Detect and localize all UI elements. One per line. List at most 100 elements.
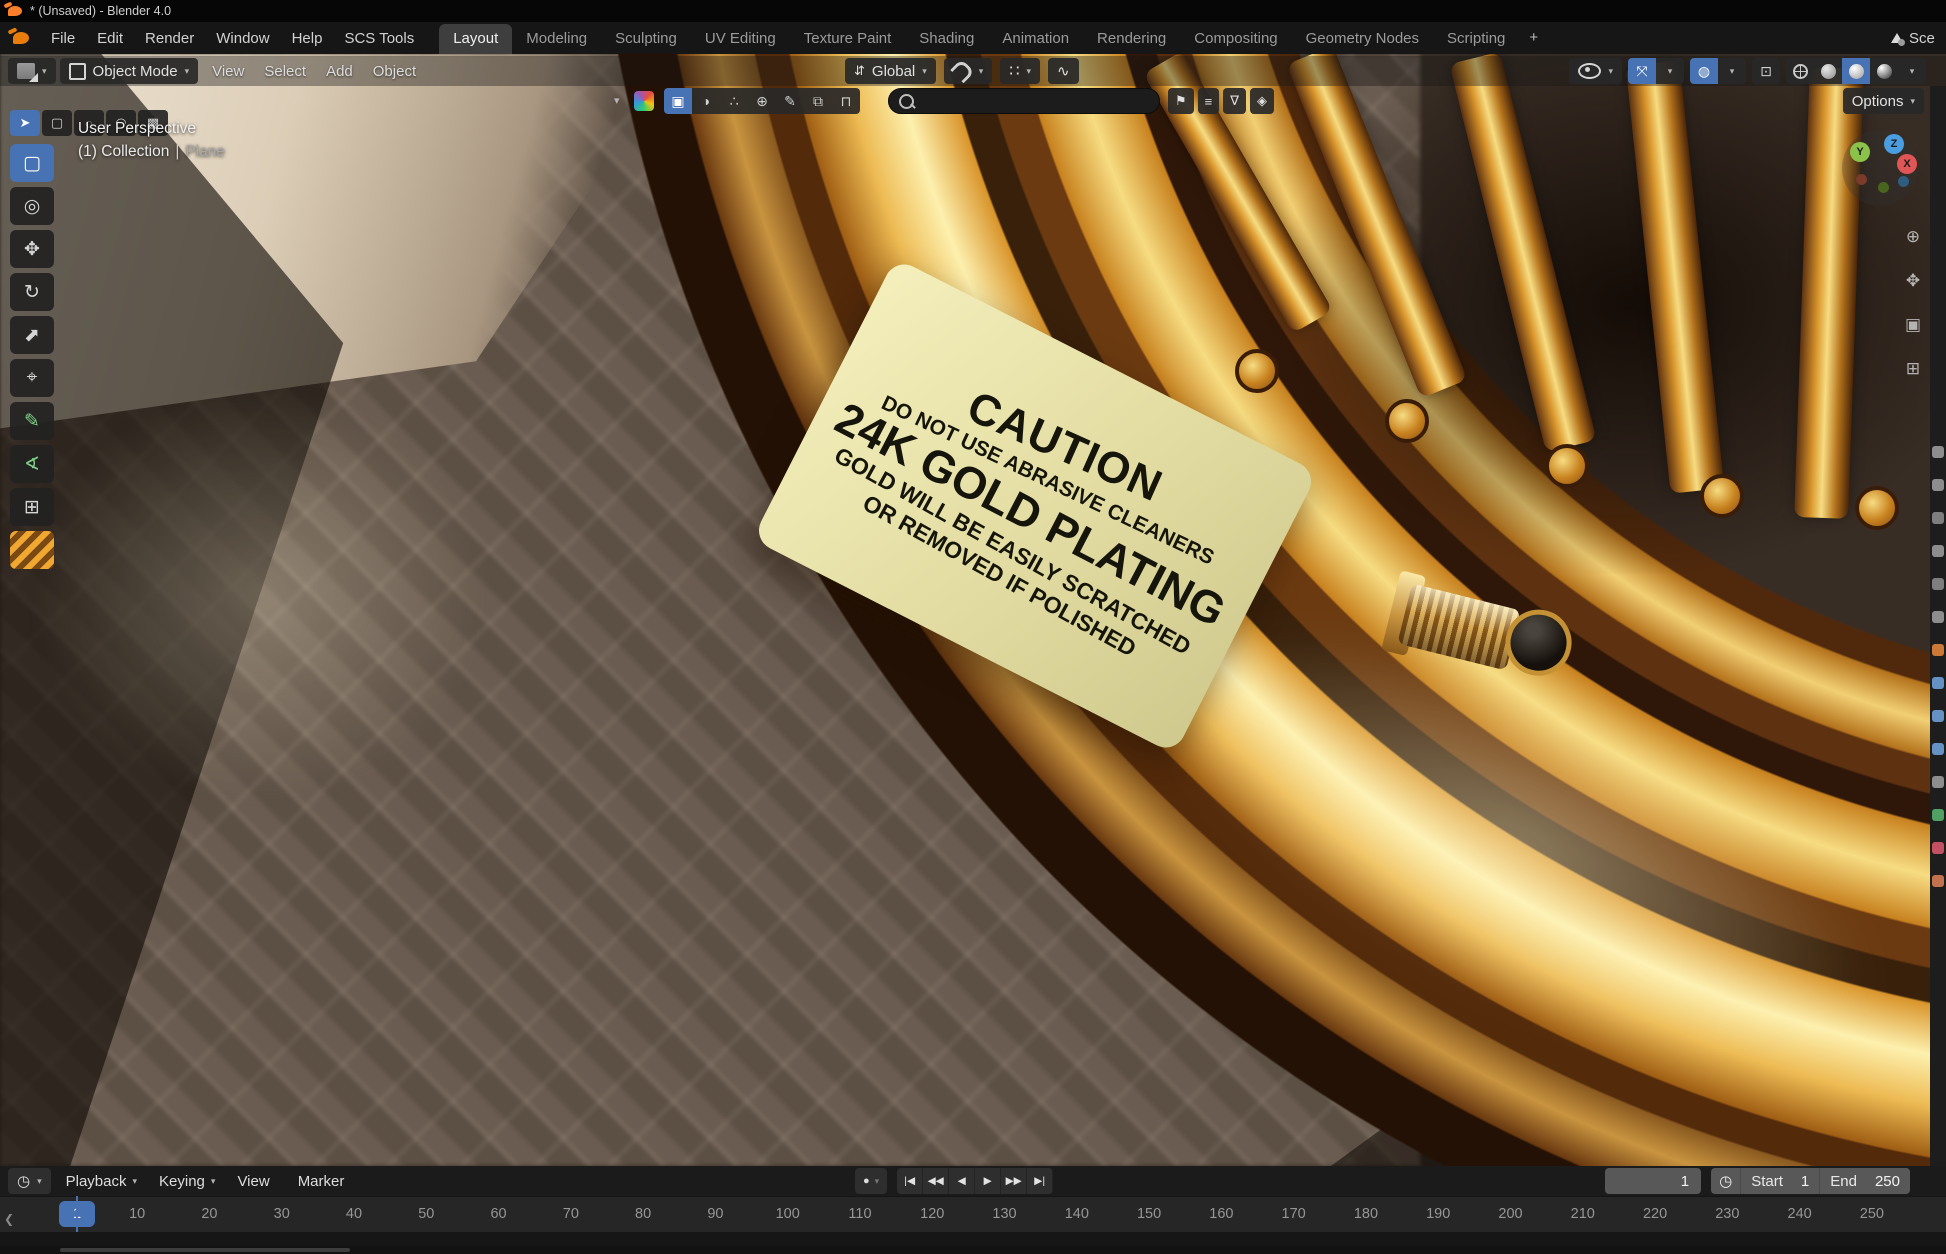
add-workspace-button[interactable]: + [1519, 23, 1548, 53]
workspace-tab[interactable]: Sculpting [601, 24, 691, 54]
tool-variant-button[interactable]: ▢ [42, 110, 72, 136]
scs-toggle-button[interactable]: ⊓ [832, 88, 860, 114]
scs-toggle-button[interactable]: ∴ [720, 88, 748, 114]
properties-tab-icon[interactable] [1932, 545, 1944, 557]
properties-tab-icon[interactable] [1932, 743, 1944, 755]
scs-right-button[interactable]: ∇ [1223, 88, 1246, 114]
viewport-menu-item[interactable]: View [202, 63, 254, 80]
shading-material-button[interactable] [1842, 58, 1870, 84]
panel-collapse-arrow[interactable]: ❮ [4, 1212, 14, 1226]
workspace-tab[interactable]: Compositing [1180, 24, 1291, 54]
transport-button[interactable]: ◀ [949, 1168, 975, 1194]
current-frame-field[interactable]: 1 [1605, 1168, 1701, 1194]
scrollbar-handle[interactable] [60, 1248, 350, 1252]
gizmo-axis-dot[interactable] [1856, 174, 1867, 185]
toolbar-tool-button[interactable]: ∢ [10, 445, 54, 483]
properties-tab-icon[interactable] [1932, 644, 1944, 656]
toolbar-tool-button[interactable]: ⬈ [10, 316, 54, 354]
timeline-scrollbar[interactable] [0, 1246, 1946, 1254]
scs-toggle-button[interactable]: ⊕ [748, 88, 776, 114]
properties-tab-icon[interactable] [1932, 677, 1944, 689]
transform-orientation-dropdown[interactable]: ⇵ Global ▾ [845, 58, 936, 84]
timeline-menu-item[interactable]: Keying▾ [148, 1173, 226, 1190]
transport-button[interactable]: ◀◀ [923, 1168, 949, 1194]
menu-item[interactable]: SCS Tools [333, 26, 425, 51]
toolbar-tool-button[interactable]: ▢ [10, 144, 54, 182]
toolbar-tool-button[interactable]: ⊞ [10, 488, 54, 526]
properties-tab-icon[interactable] [1932, 578, 1944, 590]
viewport-3d[interactable]: CAUTIONDO NOT USE ABRASIVE CLEANERS24K G… [0, 54, 1946, 1166]
tool-variant-button[interactable]: ➤ [10, 110, 40, 136]
show-overlays-toggle[interactable]: ◍ [1690, 58, 1718, 84]
end-frame-field[interactable]: End 250 [1820, 1168, 1910, 1194]
scs-collapse-chevron[interactable]: ▾ [614, 96, 620, 107]
scene-selector[interactable]: Sce [1890, 22, 1946, 54]
mode-dropdown[interactable]: Object Mode ▾ [60, 58, 199, 84]
gizmo-axis-dot[interactable] [1878, 182, 1889, 193]
properties-tab-icon[interactable] [1932, 842, 1944, 854]
side-tool-button[interactable]: ⊕ [1898, 222, 1928, 252]
menu-item[interactable]: File [40, 26, 86, 51]
timeline-menu-item[interactable]: Marker [287, 1173, 362, 1190]
workspace-tab[interactable]: UV Editing [691, 24, 790, 54]
options-dropdown[interactable]: Options ▾ [1843, 88, 1924, 114]
navigation-gizmo[interactable]: YZX [1842, 130, 1918, 206]
timeline-menu-item[interactable]: Playback▾ [55, 1173, 148, 1190]
toolbar-tool-button[interactable]: ✥ [10, 230, 54, 268]
workspace-tab[interactable]: Animation [988, 24, 1083, 54]
auto-keying-button[interactable]: ● ▾ [855, 1168, 887, 1194]
properties-tab-icon[interactable] [1932, 512, 1944, 524]
viewport-menu-item[interactable]: Select [254, 63, 316, 80]
menu-item[interactable]: Render [134, 26, 205, 51]
scs-toggle-button[interactable]: ✎ [776, 88, 804, 114]
viewport-menu-item[interactable]: Object [363, 63, 426, 80]
workspace-tab[interactable]: Rendering [1083, 24, 1180, 54]
properties-tab-icon[interactable] [1932, 479, 1944, 491]
gizmo-dropdown[interactable]: ▾ [1656, 58, 1684, 84]
properties-tab-icon[interactable] [1932, 611, 1944, 623]
gizmo-axis-ball[interactable]: Y [1850, 142, 1870, 162]
menu-item[interactable]: Help [281, 26, 334, 51]
search-input[interactable] [888, 88, 1160, 114]
viewport-menu-item[interactable]: Add [316, 63, 363, 80]
visibility-dropdown[interactable]: ▾ [1569, 58, 1622, 84]
toolbar-tool-button[interactable]: ◎ [10, 187, 54, 225]
toolbar-tool-button[interactable] [10, 531, 54, 569]
toolbar-tool-button[interactable]: ↻ [10, 273, 54, 311]
scs-right-button[interactable]: ≡ [1198, 88, 1220, 114]
transport-button[interactable]: ▶▶ [1001, 1168, 1027, 1194]
workspace-tab[interactable]: Modeling [512, 24, 601, 54]
workspace-tab[interactable]: Geometry Nodes [1292, 24, 1433, 54]
timeline-menu-item[interactable]: View [226, 1173, 286, 1190]
scs-toggle-button[interactable]: ⧉ [804, 88, 832, 114]
scs-toggle-button[interactable]: ▣ [664, 88, 692, 114]
show-gizmo-toggle[interactable]: ⤧ [1628, 58, 1656, 84]
gizmo-axis-ball[interactable]: Z [1884, 134, 1904, 154]
blender-menu-button[interactable] [8, 27, 34, 49]
scs-right-button[interactable]: ◈ [1250, 88, 1274, 114]
xray-toggle[interactable]: ⊡ [1752, 58, 1780, 84]
transport-button[interactable]: |◀ [897, 1168, 923, 1194]
properties-tab-icon[interactable] [1932, 875, 1944, 887]
workspace-tab[interactable]: Shading [905, 24, 988, 54]
shading-wireframe-button[interactable] [1786, 58, 1814, 84]
toolbar-tool-button[interactable]: ✎ [10, 402, 54, 440]
properties-tab-icon[interactable] [1932, 776, 1944, 788]
gizmo-axis-ball[interactable]: X [1897, 154, 1917, 174]
snap-dropdown[interactable]: ▾ [944, 58, 993, 84]
shading-dropdown[interactable]: ▾ [1898, 58, 1926, 84]
overlays-dropdown[interactable]: ▾ [1718, 58, 1746, 84]
gizmo-axis-dot[interactable] [1898, 176, 1909, 187]
side-tool-button[interactable]: ▣ [1898, 310, 1928, 340]
editor-type-button[interactable]: ▾ [8, 58, 56, 84]
shading-solid-button[interactable] [1814, 58, 1842, 84]
scs-toggle-button[interactable]: ◑ [692, 88, 720, 114]
use-preview-range-button[interactable]: ◷ [1711, 1168, 1741, 1194]
workspace-tab[interactable]: Texture Paint [790, 24, 906, 54]
start-frame-field[interactable]: Start 1 [1741, 1168, 1820, 1194]
side-tool-button[interactable]: ✥ [1898, 266, 1928, 296]
workspace-tab[interactable]: Scripting [1433, 24, 1519, 54]
shading-rendered-button[interactable] [1870, 58, 1898, 84]
transport-button[interactable]: ▶ [975, 1168, 1001, 1194]
properties-tab-icon[interactable] [1932, 809, 1944, 821]
